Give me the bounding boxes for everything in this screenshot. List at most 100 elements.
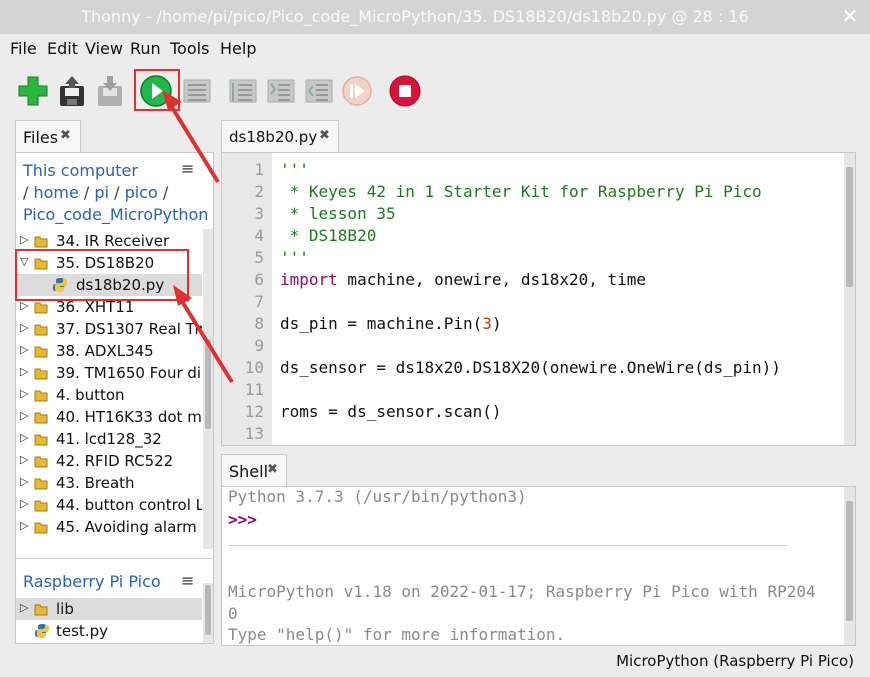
close-window-icon[interactable]: ✕	[840, 6, 860, 26]
code-editor[interactable]: 1 2 3 4 5 6 7 8 9 10 11 12 13 ''' * Keye…	[221, 152, 856, 446]
list-item[interactable]: ▷ 37. DS1307 Real Tim	[16, 318, 202, 340]
close-tab-icon[interactable]: ✖	[60, 128, 71, 143]
interpreter-status[interactable]: MicroPython (Raspberry Pi Pico)	[616, 652, 854, 670]
list-item-label: lib	[56, 600, 74, 618]
list-item[interactable]: ▷ 43. Breath	[16, 472, 202, 494]
step-into-button[interactable]	[264, 74, 298, 108]
folder-icon	[34, 412, 48, 424]
folder-icon	[34, 324, 48, 336]
line-number: 10	[244, 358, 264, 377]
code-line: ds_pin = machine.Pin(3)	[280, 314, 502, 333]
menu-edit[interactable]: Edit	[47, 39, 78, 58]
shell-separator: ________________________________________…	[228, 527, 787, 546]
list-item-label: 4. button	[56, 386, 125, 404]
line-number: 7	[254, 292, 264, 311]
shell-scrollbar[interactable]	[844, 487, 855, 645]
expand-arrow-icon[interactable]: ▷	[20, 453, 28, 466]
step-out-button[interactable]	[302, 74, 336, 108]
breadcrumb-pico[interactable]: pico	[125, 183, 158, 202]
list-item-label: 40. HT16K33 dot ma	[56, 408, 202, 426]
list-item-label: 38. ADXL345	[56, 342, 154, 360]
expand-arrow-icon[interactable]: ▷	[20, 519, 28, 532]
expand-arrow-icon[interactable]: ▷	[20, 343, 28, 356]
pico-menu-icon[interactable]: ≡	[181, 571, 194, 590]
code-line: ds_sensor = ds18x20.DS18X20(onewire.OneW…	[280, 358, 781, 377]
folder-icon	[34, 346, 48, 358]
list-item-label: 45. Avoiding alarm	[56, 518, 197, 536]
step-over-button[interactable]	[226, 74, 260, 108]
line-number-gutter: 1 2 3 4 5 6 7 8 9 10 11 12 13	[222, 153, 272, 445]
code-line: import machine, onewire, ds18x20, time	[280, 270, 646, 289]
breadcrumb-pi[interactable]: pi	[94, 183, 109, 202]
load-button[interactable]	[55, 74, 89, 108]
menu-tools[interactable]: Tools	[170, 39, 209, 58]
list-item[interactable]: ▷ 40. HT16K33 dot ma	[16, 406, 202, 428]
stop-button[interactable]	[388, 74, 422, 108]
pico-scrollbar[interactable]	[203, 583, 213, 643]
pico-scrollbar-thumb[interactable]	[205, 585, 211, 635]
list-item[interactable]: ▷ 39. TM1650 Four digi	[16, 362, 202, 384]
tab-shell[interactable]: Shell ✖	[221, 454, 287, 487]
expand-arrow-icon[interactable]: ▷	[20, 321, 28, 334]
list-item[interactable]: ▷ 38. ADXL345	[16, 340, 202, 362]
divider	[16, 558, 213, 559]
resume-icon	[342, 76, 372, 106]
expand-arrow-icon[interactable]: ▷	[20, 475, 28, 488]
code-line: '''	[280, 248, 309, 267]
line-number: 9	[254, 336, 264, 355]
close-tab-icon[interactable]: ✖	[267, 462, 278, 477]
list-item-label: 44. button control L	[56, 496, 202, 514]
shell-scrollbar-thumb[interactable]	[846, 501, 853, 621]
list-item[interactable]: test.py	[16, 620, 202, 642]
list-item[interactable]: ▷ 45. Avoiding alarm	[16, 516, 202, 538]
plus-icon	[18, 76, 48, 106]
menu-run[interactable]: Run	[130, 39, 161, 58]
breadcrumb-home[interactable]: home	[33, 183, 78, 202]
list-item[interactable]: ▷ 41. lcd128_32	[16, 428, 202, 450]
pico-section-label: Raspberry Pi Pico	[23, 572, 161, 591]
list-item-label: 42. RFID RC522	[56, 452, 174, 470]
folder-icon	[34, 522, 48, 534]
menu-view[interactable]: View	[85, 39, 123, 58]
debug-button[interactable]	[180, 74, 214, 108]
expand-arrow-icon[interactable]: ▷	[20, 431, 28, 444]
folder-icon	[34, 456, 48, 468]
keyword: import	[280, 270, 338, 289]
step-out-icon	[305, 79, 333, 103]
close-tab-icon[interactable]: ✖	[319, 128, 330, 143]
thonny-window: Thonny - /home/pi/pico/Pico_code_MicroPy…	[0, 0, 870, 677]
editor-scrollbar[interactable]	[844, 153, 855, 445]
breadcrumb-current[interactable]: Pico_code_MicroPython	[23, 205, 208, 224]
expand-arrow-icon[interactable]: ▷	[20, 387, 28, 400]
shell-console[interactable]: Python 3.7.3 (/usr/bin/python3) >>> ____…	[221, 486, 856, 646]
shell-line: 0	[228, 604, 238, 623]
list-item[interactable]: ▷ lib	[16, 598, 202, 620]
expand-arrow-icon[interactable]: ▷	[20, 601, 28, 614]
list-item[interactable]: ▷ 44. button control L	[16, 494, 202, 516]
tab-ds18b20-py[interactable]: ds18b20.py ✖	[221, 120, 339, 153]
expand-arrow-icon[interactable]: ▷	[20, 497, 28, 510]
files-panel: This computer ≡ / home / pi / pico / Pic…	[15, 152, 214, 644]
tab-files[interactable]: Files ✖	[15, 120, 81, 153]
files-menu-icon[interactable]: ≡	[181, 159, 194, 178]
editor-scrollbar-thumb[interactable]	[846, 167, 853, 287]
breadcrumb-sep: /	[23, 183, 34, 202]
breadcrumb-sep: /	[157, 183, 169, 202]
files-scrollbar-thumb[interactable]	[205, 339, 211, 429]
folder-icon	[34, 302, 48, 314]
files-scrollbar[interactable]	[203, 229, 213, 549]
list-item[interactable]: ▷ 42. RFID RC522	[16, 450, 202, 472]
resume-button[interactable]	[340, 74, 374, 108]
menu-file[interactable]: File	[10, 39, 37, 58]
expand-arrow-icon[interactable]: ▷	[20, 409, 28, 422]
list-item-label: test.py	[56, 622, 108, 640]
menu-help[interactable]: Help	[220, 39, 256, 58]
editor-tab-label: ds18b20.py	[229, 128, 318, 146]
expand-arrow-icon[interactable]: ▷	[20, 365, 28, 378]
list-item[interactable]: ▷ 4. button	[16, 384, 202, 406]
line-number: 12	[244, 402, 264, 421]
new-file-button[interactable]	[16, 74, 50, 108]
code-line: * lesson 35	[280, 204, 396, 223]
expand-arrow-icon[interactable]: ▷	[20, 233, 28, 246]
save-button[interactable]	[93, 74, 127, 108]
